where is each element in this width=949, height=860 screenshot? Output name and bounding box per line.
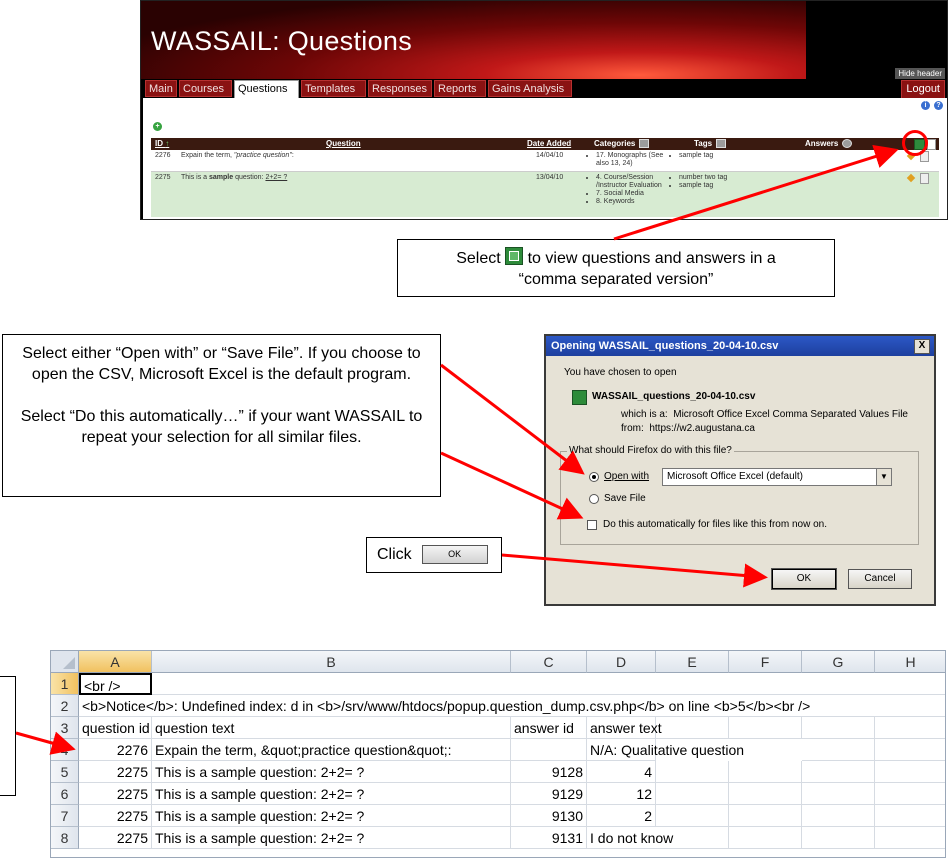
arrow-to-csv-icon (613, 144, 899, 241)
arrow-to-open-with (440, 363, 585, 475)
annotation-arrows (15, 144, 899, 755)
arrow-to-row-4 (15, 731, 76, 755)
arrow-to-ok-button (501, 553, 768, 588)
arrow-to-auto-checkbox (440, 451, 584, 520)
